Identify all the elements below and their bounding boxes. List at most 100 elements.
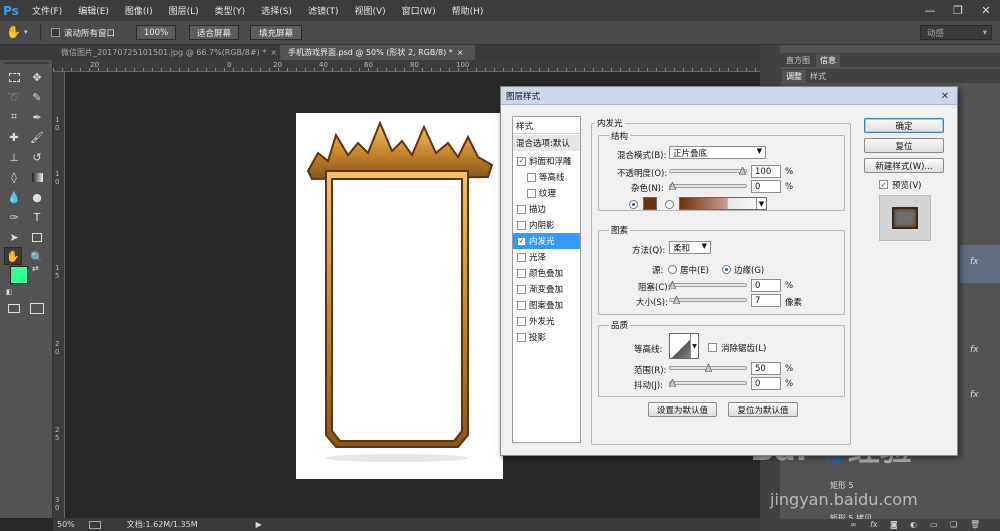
style-item-checkbox[interactable]	[517, 268, 526, 278]
style-item-color-overlay[interactable]: 颜色叠加	[513, 265, 580, 281]
style-item-inner-glow[interactable]: ✓ 内发光	[513, 233, 580, 249]
style-item-contour[interactable]: 等高线	[513, 169, 580, 185]
style-item-checkbox[interactable]	[517, 220, 526, 230]
layer-row-highlight[interactable]: fx	[960, 245, 1000, 283]
screen-mode-icon[interactable]	[30, 303, 44, 314]
close-icon[interactable]: ×	[457, 48, 464, 57]
brush-tool-icon[interactable]: 🖌	[28, 128, 46, 146]
opacity-slider[interactable]	[669, 169, 747, 173]
menu-help[interactable]: 帮助(H)	[442, 4, 490, 17]
range-field[interactable]: 50	[751, 362, 781, 375]
choke-slider[interactable]	[669, 283, 747, 287]
style-item-drop-shadow[interactable]: 投影	[513, 329, 580, 345]
foreground-color-swatch[interactable]	[10, 266, 28, 284]
move-tool-icon[interactable]: ✥	[28, 68, 46, 86]
adjustment-icon[interactable]: ◐	[910, 520, 917, 529]
zoom-100-button[interactable]: 100%	[136, 25, 176, 40]
method-select[interactable]: 柔和 ▼	[669, 241, 711, 254]
marquee-tool-icon[interactable]	[5, 68, 23, 86]
tab-histogram[interactable]: 直方图	[782, 54, 814, 67]
healing-brush-tool-icon[interactable]: ✚	[5, 128, 23, 146]
opacity-slider-thumb[interactable]	[739, 167, 746, 175]
reset-default-button[interactable]: 复位为默认值	[728, 402, 798, 417]
range-slider-thumb[interactable]	[705, 364, 712, 372]
menu-filter[interactable]: 滤镜(T)	[298, 4, 345, 17]
document-canvas[interactable]	[296, 113, 503, 479]
jitter-field[interactable]: 0	[751, 377, 781, 390]
menu-select[interactable]: 选择(S)	[251, 4, 298, 17]
style-item-checkbox[interactable]	[517, 284, 526, 294]
chevron-down-icon[interactable]: ▼	[690, 334, 698, 358]
choke-field[interactable]: 0	[751, 279, 781, 292]
style-item-checkbox[interactable]: ✓	[517, 156, 526, 166]
fx-icon[interactable]: fx	[970, 257, 979, 267]
style-item-gradient-overlay[interactable]: 渐变叠加	[513, 281, 580, 297]
menu-window[interactable]: 窗口(W)	[392, 4, 442, 17]
eraser-tool-icon[interactable]: ◊	[5, 168, 23, 186]
minimize-button[interactable]: —	[916, 0, 944, 21]
fit-screen-button[interactable]: 适合屏幕	[189, 25, 239, 40]
blend-mode-select[interactable]: 正片叠底 ▼	[669, 146, 766, 159]
swap-colors-icon[interactable]: ⇄	[32, 264, 39, 273]
blur-tool-icon[interactable]: 💧	[5, 188, 23, 206]
style-item-checkbox[interactable]	[527, 172, 536, 182]
gradient-picker[interactable]: ▼	[679, 197, 767, 210]
tool-preset-arrow-icon[interactable]: ▾	[24, 28, 28, 36]
fx-icon[interactable]: fx	[970, 345, 979, 355]
menu-layer[interactable]: 图层(L)	[159, 4, 205, 17]
tab-adjustments[interactable]: 调整	[782, 70, 806, 83]
size-field[interactable]: 7	[751, 294, 781, 307]
link-icon[interactable]: ∞	[850, 520, 857, 529]
clone-stamp-tool-icon[interactable]: ⊥	[5, 148, 23, 166]
source-center-radio[interactable]	[668, 265, 677, 274]
solid-color-radio[interactable]	[629, 200, 638, 209]
fill-screen-button[interactable]: 填充屏幕	[250, 25, 302, 40]
fx-icon[interactable]: fx	[970, 390, 979, 400]
style-item-stroke[interactable]: 描边	[513, 201, 580, 217]
trash-icon[interactable]: 🗑	[970, 520, 980, 529]
chevron-down-icon[interactable]: ▼	[756, 198, 766, 209]
restore-button[interactable]: ❐	[944, 0, 972, 21]
style-item-checkbox[interactable]	[517, 332, 526, 342]
choke-slider-thumb[interactable]	[669, 281, 676, 289]
hand-icon[interactable]: ✋	[6, 25, 22, 41]
path-select-tool-icon[interactable]: ➤	[5, 228, 23, 246]
crop-tool-icon[interactable]: ⌗	[5, 108, 23, 126]
style-item-inner-shadow[interactable]: 内阴影	[513, 217, 580, 233]
new-layer-icon[interactable]: ❏	[950, 520, 957, 529]
dialog-title-bar[interactable]: 图层样式 ✕	[501, 87, 957, 105]
style-item-checkbox[interactable]	[517, 300, 526, 310]
style-item-checkbox[interactable]	[517, 204, 526, 214]
jitter-slider-thumb[interactable]	[669, 379, 676, 387]
style-item-pattern-overlay[interactable]: 图案叠加	[513, 297, 580, 313]
tab-info[interactable]: 信息	[816, 54, 840, 67]
close-icon[interactable]: ×	[270, 48, 277, 57]
style-item-satin[interactable]: 光泽	[513, 249, 580, 265]
style-item-bevel[interactable]: ✓ 斜面和浮雕	[513, 153, 580, 169]
gradient-radio[interactable]	[665, 200, 674, 209]
workspace-select[interactable]: 动感 ▾	[920, 25, 992, 40]
glow-color-swatch[interactable]	[643, 197, 657, 210]
pen-tool-icon[interactable]: ✑	[5, 208, 23, 226]
style-item-checkbox[interactable]	[517, 316, 526, 326]
style-item-texture[interactable]: 纹理	[513, 185, 580, 201]
source-edge-radio[interactable]	[722, 265, 731, 274]
gradient-tool-icon[interactable]	[28, 168, 46, 186]
scroll-all-checkbox[interactable]	[51, 28, 60, 37]
style-item-outer-glow[interactable]: 外发光	[513, 313, 580, 329]
quick-mask-icon[interactable]	[8, 304, 20, 313]
menu-type[interactable]: 类型(Y)	[205, 4, 252, 17]
zoom-level[interactable]: 50%	[57, 520, 75, 529]
menu-view[interactable]: 视图(V)	[344, 4, 391, 17]
opacity-field[interactable]: 100	[751, 165, 781, 178]
style-item-checkbox[interactable]: ✓	[517, 236, 526, 246]
type-tool-icon[interactable]: T	[28, 208, 46, 226]
blend-options-item[interactable]: 混合选项:默认	[513, 135, 580, 151]
quick-select-tool-icon[interactable]: ✎	[28, 88, 46, 106]
tab-styles[interactable]: 样式	[806, 70, 830, 83]
shape-tool-icon[interactable]	[28, 228, 46, 246]
doc-tab-inactive[interactable]: 微信图片_20170725101501.jpg @ 66.7%(RGB/8#) …	[53, 45, 279, 60]
size-slider-thumb[interactable]	[673, 296, 680, 304]
fx-icon[interactable]: fx	[870, 520, 878, 529]
folder-icon[interactable]: ▭	[930, 520, 938, 529]
